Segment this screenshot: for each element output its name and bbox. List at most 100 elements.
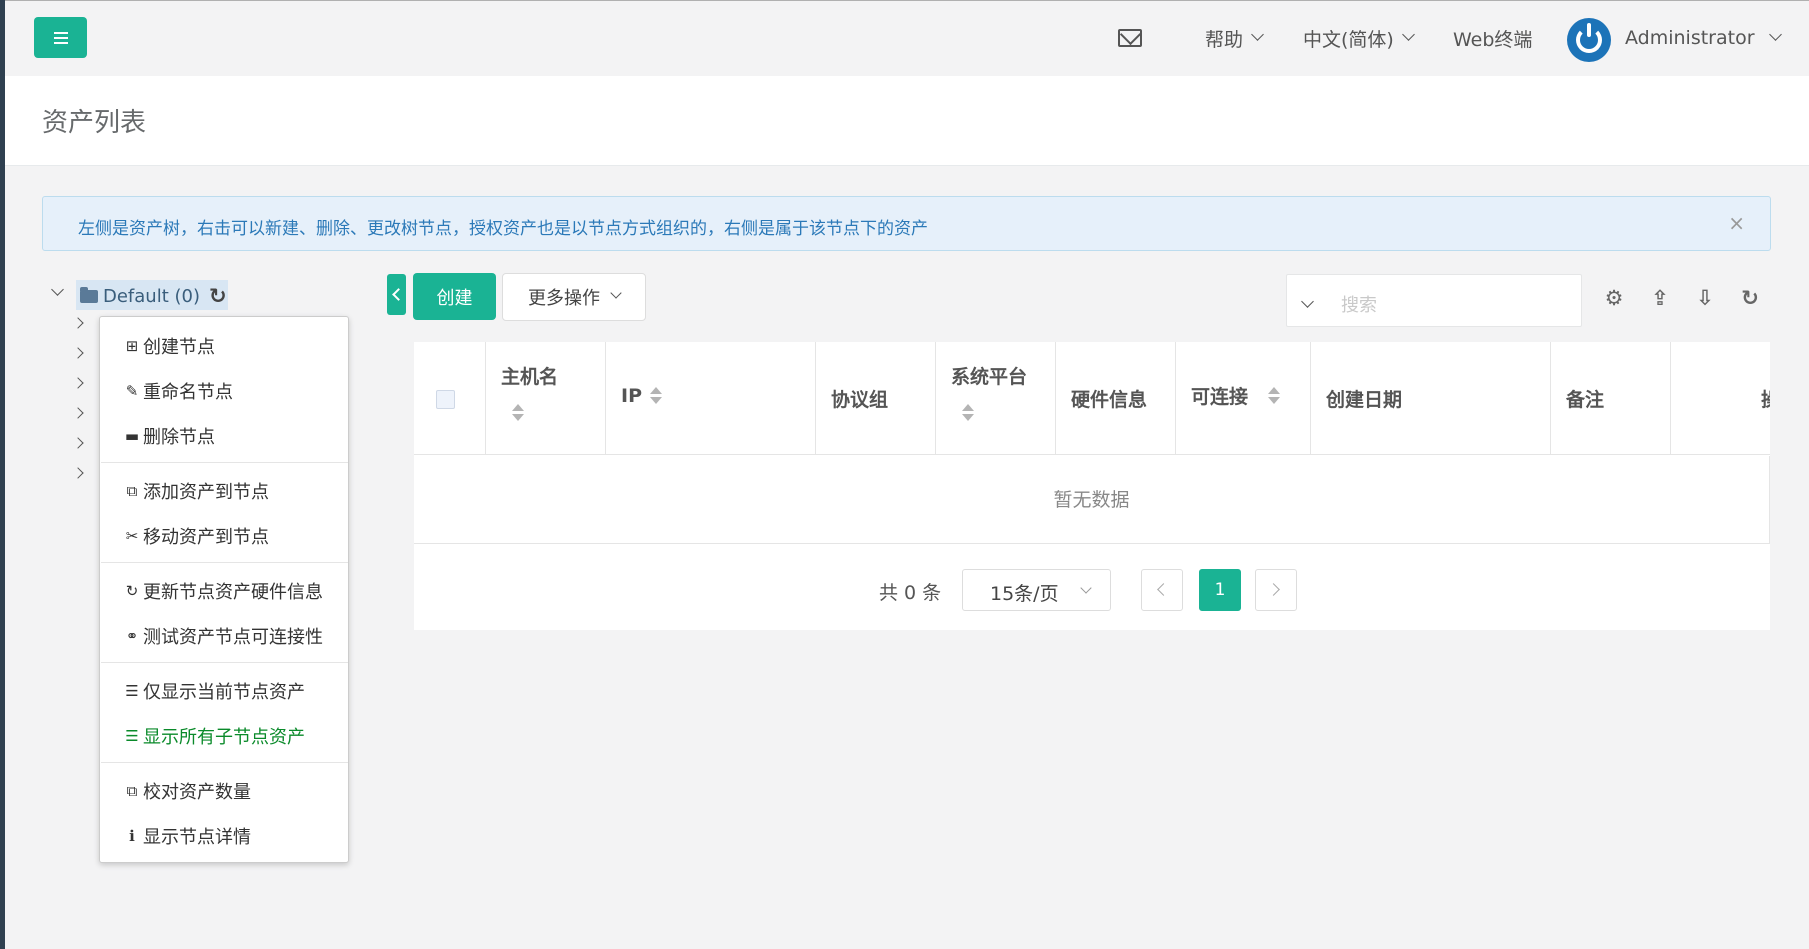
copy-icon: ⧉ — [126, 482, 138, 500]
upload-icon[interactable]: ⇪ — [1648, 286, 1672, 310]
menu-item-label: 重命名节点 — [143, 382, 233, 403]
language-menu[interactable]: 中文(简体) — [1303, 1, 1415, 75]
menu-item-label: 校对资产数量 — [143, 782, 251, 803]
alert-text: 左侧是资产树，右击可以新建、删除、更改树节点，授权资产也是以节点方式组织的，右侧… — [78, 219, 928, 239]
sort-icon[interactable] — [511, 404, 524, 422]
search-placeholder: 搜索 — [1341, 295, 1377, 316]
indent-icon: ☰ — [125, 682, 139, 700]
info-icon: ℹ — [129, 827, 135, 845]
sort-icon[interactable] — [961, 404, 974, 422]
column-label: 系统平台 — [951, 366, 1028, 388]
power-icon — [1576, 23, 1602, 53]
hamburger-icon — [53, 31, 68, 44]
tree-collapsed-icon[interactable] — [72, 317, 84, 329]
refresh-icon[interactable]: ↻ — [1738, 286, 1762, 310]
settings-icon[interactable]: ⚙ — [1602, 286, 1626, 310]
column-hostname[interactable]: 主机名 — [486, 342, 606, 455]
close-icon[interactable]: × — [1728, 211, 1745, 235]
page-title: 资产列表 — [42, 108, 147, 138]
column-ip[interactable]: IP — [606, 342, 816, 455]
web-terminal-link[interactable]: Web终端 — [1453, 1, 1532, 75]
user-menu[interactable]: Administrator — [1625, 1, 1782, 75]
menu-item-label: 更新节点资产硬件信息 — [143, 582, 323, 603]
column-label: 主机名 — [501, 366, 559, 388]
refresh-icon[interactable]: ↻ — [209, 284, 227, 308]
plus-square-icon: ⊞ — [125, 337, 139, 355]
user-name: Administrator — [1625, 27, 1755, 49]
column-label: 备注 — [1566, 389, 1605, 411]
list-icon: ☰ — [125, 727, 139, 745]
menu-item-show-current-only[interactable]: ☰ 仅显示当前节点资产 — [124, 678, 305, 704]
tree-expand-icon[interactable] — [51, 283, 64, 296]
next-page-button[interactable] — [1255, 569, 1297, 611]
tree-collapsed-icon[interactable] — [72, 347, 84, 359]
menu-item-node-details[interactable]: ℹ 显示节点详情 — [124, 823, 251, 849]
help-menu[interactable]: 帮助 — [1205, 1, 1264, 75]
menu-item-test-connectivity[interactable]: ⚭ 测试资产节点可连接性 — [124, 623, 323, 649]
column-connectivity[interactable]: 可连接 — [1176, 342, 1311, 455]
page-1-button[interactable]: 1 — [1199, 569, 1241, 611]
empty-state: 暂无数据 — [414, 456, 1770, 544]
avatar[interactable] — [1567, 18, 1611, 62]
column-comment: 备注 — [1551, 342, 1671, 455]
page-size-select[interactable]: 15条/页 — [962, 569, 1111, 611]
column-actions: 操 — [1671, 342, 1770, 455]
total-count: 共 0 条 — [879, 582, 942, 604]
menu-item-rename-node[interactable]: ✎ 重命名节点 — [124, 378, 233, 404]
column-platform[interactable]: 系统平台 — [936, 342, 1056, 455]
menu-item-create-node[interactable]: ⊞ 创建节点 — [124, 333, 215, 359]
column-created-date: 创建日期 — [1311, 342, 1551, 455]
download-icon[interactable]: ⇩ — [1693, 286, 1717, 310]
select-all-checkbox[interactable] — [436, 390, 455, 409]
link-icon: ⚭ — [125, 627, 139, 645]
chevron-down-icon[interactable] — [1301, 295, 1314, 308]
tree-context-menu: ⊞ 创建节点 ✎ 重命名节点 ▬ 删除节点 ⧉ 添加资产到节点 ✂ 移动资产到节… — [99, 316, 349, 863]
tree-collapsed-icon[interactable] — [72, 407, 84, 419]
more-actions-button[interactable]: 更多操作 — [502, 273, 646, 321]
prev-page-button[interactable] — [1141, 569, 1183, 611]
folder-open-icon — [80, 287, 98, 303]
menu-item-label: 测试资产节点可连接性 — [143, 627, 323, 648]
column-label: 可连接 — [1191, 386, 1249, 408]
column-label: 操 — [1761, 385, 1770, 412]
menu-item-label: 显示所有子节点资产 — [143, 727, 305, 748]
menu-toggle-button[interactable] — [34, 17, 87, 58]
minus-square-icon: ▬ — [124, 427, 140, 445]
menu-item-move-asset[interactable]: ✂ 移动资产到节点 — [124, 523, 269, 549]
tree-node-default[interactable]: Default (0) — [76, 280, 228, 310]
menu-divider — [101, 662, 348, 663]
help-label: 帮助 — [1205, 28, 1244, 51]
top-navbar: 帮助 中文(简体) Web终端 Administrator — [5, 1, 1809, 75]
column-hardware: 硬件信息 — [1056, 342, 1176, 455]
page-header: 资产列表 — [5, 76, 1809, 166]
edit-icon: ✎ — [125, 382, 139, 400]
pagination: 共 0 条 15条/页 1 — [414, 545, 1770, 630]
mail-icon[interactable] — [1118, 29, 1142, 47]
more-actions-label: 更多操作 — [528, 288, 600, 309]
sort-icon[interactable] — [1267, 387, 1280, 405]
column-label: 创建日期 — [1326, 389, 1403, 411]
search-input[interactable]: 搜索 — [1286, 274, 1582, 327]
menu-item-label: 显示节点详情 — [143, 827, 251, 848]
menu-item-add-asset[interactable]: ⧉ 添加资产到节点 — [124, 478, 269, 504]
chevron-down-icon — [1080, 582, 1092, 594]
menu-item-check-asset-count[interactable]: ⧉ 校对资产数量 — [124, 778, 251, 804]
menu-item-delete-node[interactable]: ▬ 删除节点 — [124, 423, 215, 449]
chevron-down-icon — [1251, 27, 1264, 41]
menu-item-label: 创建节点 — [143, 337, 215, 358]
menu-item-show-all-children[interactable]: ☰ 显示所有子节点资产 — [124, 723, 305, 749]
tree-collapsed-icon[interactable] — [72, 467, 84, 479]
tree-node-label: Default (0) — [103, 286, 200, 307]
menu-item-update-hardware[interactable]: ↻ 更新节点资产硬件信息 — [124, 578, 323, 604]
create-button[interactable]: 创建 — [413, 273, 496, 320]
menu-divider — [101, 762, 348, 763]
collapse-tree-button[interactable] — [387, 274, 406, 315]
info-alert: 左侧是资产树，右击可以新建、删除、更改树节点，授权资产也是以节点方式组织的，右侧… — [42, 196, 1771, 251]
tree-collapsed-icon[interactable] — [72, 437, 84, 449]
sort-icon[interactable] — [649, 387, 662, 405]
menu-divider — [101, 562, 348, 563]
chevron-down-icon — [610, 287, 622, 299]
menu-item-label: 仅显示当前节点资产 — [143, 682, 305, 703]
tree-collapsed-icon[interactable] — [72, 377, 84, 389]
column-protocols: 协议组 — [816, 342, 936, 455]
